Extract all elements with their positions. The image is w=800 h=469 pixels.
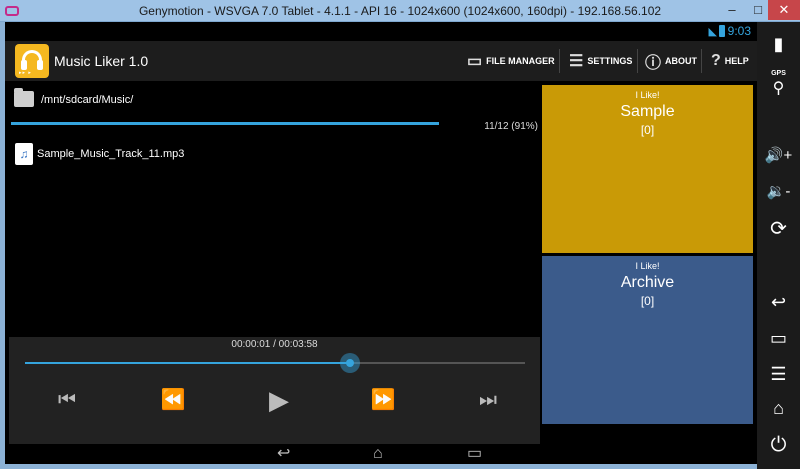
battery-widget-icon[interactable]: ▮	[757, 34, 800, 55]
back-icon[interactable]: ↩	[277, 444, 290, 464]
minimize-button[interactable]: –	[719, 0, 745, 20]
clock: 9:03	[727, 24, 751, 38]
app-headphones-icon[interactable]: ▸▸ ▸	[15, 44, 49, 78]
rotate-icon[interactable]: ⟳	[757, 216, 800, 241]
close-button[interactable]: ✕	[768, 0, 800, 20]
play-button[interactable]: ▶	[259, 385, 299, 415]
file-manager-button[interactable]: ▭ FILE MANAGER	[467, 41, 555, 81]
recents-icon[interactable]: ▭	[757, 328, 800, 349]
android-screen: ◣ 9:03 ▸▸ ▸ Music Liker 1.0 ▭ FILE MANAG…	[5, 22, 757, 464]
home-icon[interactable]: ⌂	[757, 398, 800, 419]
power-icon[interactable]: ⏻	[757, 434, 800, 457]
emulator-sidebar: ▮ GPS ⚲ 🔊+ 🔉- ⟳ ↩ ▭ ☰ ⌂ ⏻	[757, 22, 800, 469]
info-icon: ⓘ	[645, 55, 662, 72]
rewind-button[interactable]: ⏪	[153, 385, 193, 415]
help-button[interactable]: ? HELP	[711, 41, 749, 81]
panel-count: [0]	[640, 123, 655, 137]
music-file-icon: ♫	[15, 143, 33, 165]
player-controls: 00:00:01 / 00:03:58 ⏮ ⏪ ▶ ⏩ ⏭	[9, 337, 540, 444]
panel-name: Sample	[620, 103, 675, 120]
like-label: I Like!	[635, 90, 660, 100]
volume-up-icon[interactable]: 🔊+	[757, 146, 800, 164]
window-title: Genymotion - WSVGA 7.0 Tablet - 4.1.1 - …	[138, 4, 662, 18]
fast-forward-button[interactable]: ⏩	[363, 385, 403, 415]
file-browser: /mnt/sdcard/Music/ 11/12 (91%) ♫ Sample_…	[5, 81, 540, 444]
skip-next-button[interactable]: ⏭	[468, 385, 508, 415]
scan-count: 11/12 (91%)	[484, 121, 538, 132]
seek-thumb[interactable]	[340, 353, 360, 373]
folder-icon	[14, 88, 34, 107]
skip-previous-button[interactable]: ⏮	[47, 385, 87, 415]
playback-position: 00:00:01 / 00:03:58	[231, 339, 318, 350]
back-icon[interactable]: ↩	[757, 292, 800, 313]
status-bar: ◣ 9:03	[5, 22, 757, 41]
question-icon: ?	[711, 52, 721, 69]
navigation-bar: ↩ ⌂ ▭	[5, 444, 757, 464]
gps-label: GPS	[771, 70, 786, 77]
archive-like-panel[interactable]: I Like! Archive [0]	[542, 256, 753, 424]
settings-button[interactable]: ☰ SETTINGS	[569, 41, 632, 81]
gps-icon[interactable]: ⚲	[757, 78, 800, 98]
panel-name: Archive	[620, 274, 675, 291]
home-icon[interactable]: ⌂	[373, 444, 383, 464]
list-icon: ☰	[569, 53, 584, 70]
battery-icon	[719, 25, 725, 37]
panel-count: [0]	[640, 294, 655, 308]
scan-progress-bar	[11, 122, 439, 125]
current-path[interactable]: /mnt/sdcard/Music/	[41, 94, 133, 106]
like-label: I Like!	[635, 261, 660, 271]
window-title-bar: Genymotion - WSVGA 7.0 Tablet - 4.1.1 - …	[0, 0, 800, 22]
about-button[interactable]: ⓘ ABOUT	[645, 41, 697, 81]
wifi-icon: ◣	[708, 26, 717, 38]
folder-icon: ▭	[467, 53, 483, 70]
volume-down-icon[interactable]: 🔉-	[757, 182, 800, 200]
seek-fill	[25, 362, 350, 364]
sample-like-panel[interactable]: I Like! Sample [0]	[542, 85, 753, 253]
action-bar: ▸▸ ▸ Music Liker 1.0 ▭ FILE MANAGER ☰ SE…	[5, 41, 757, 81]
recents-icon[interactable]: ▭	[467, 444, 482, 464]
file-list-item[interactable]: Sample_Music_Track_11.mp3	[37, 148, 184, 160]
menu-icon[interactable]: ☰	[757, 364, 800, 385]
seek-bar[interactable]	[25, 353, 525, 373]
app-title: Music Liker 1.0	[54, 53, 149, 69]
